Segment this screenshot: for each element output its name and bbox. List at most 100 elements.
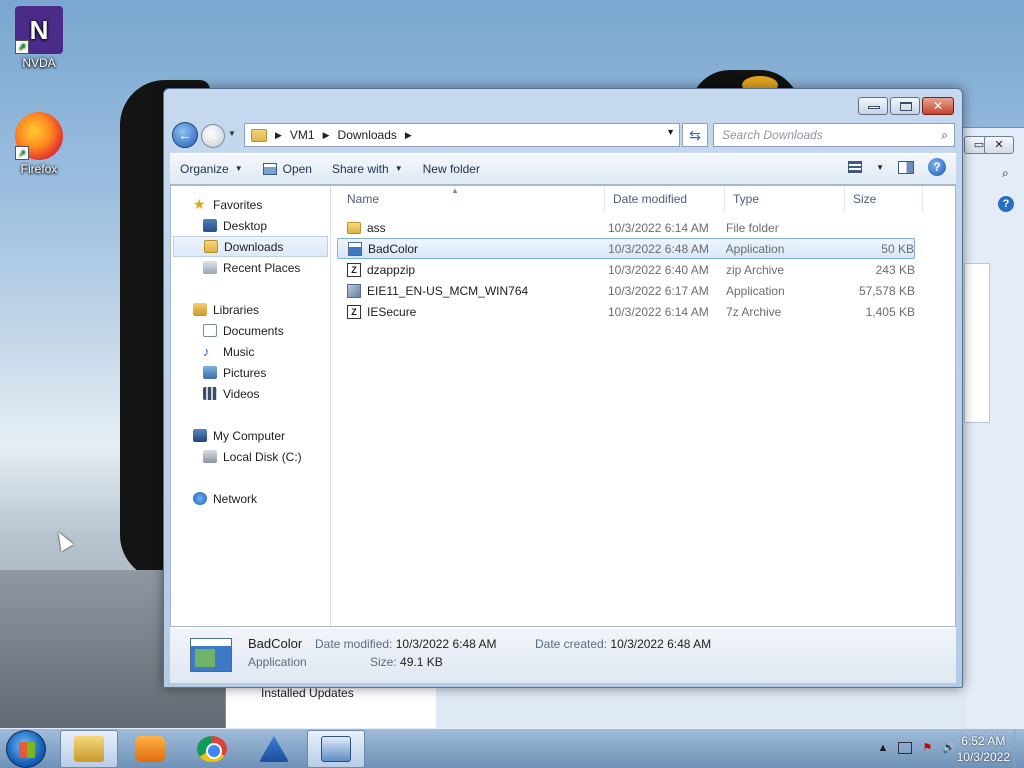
column-header-date-modified[interactable]: Date modified [605,186,725,212]
file-row[interactable]: Zdzappzip 10/3/2022 6:40 AM zip Archive … [337,259,915,280]
volume-icon[interactable]: 🔊 [942,741,956,754]
taskbar-control-panel-button[interactable] [307,730,365,768]
nvda-icon: N ↗ [15,6,63,54]
file-date: 10/3/2022 6:14 AM [608,304,709,319]
file-row[interactable]: Z IESecure 10/3/2022 6:14 AM 7z Archive 1… [337,301,915,322]
nav-music[interactable]: ♪ Music [171,341,330,362]
setup-icon [347,283,361,298]
explorer-window[interactable]: ✕ ← → ▼ ▶ VM1 ▶ Downloads ▶ ▼ ⇆ Search D… [163,88,963,688]
minimize-icon [868,106,880,109]
search-input[interactable]: Search Downloads ⌕ [713,123,955,147]
nav-label: Downloads [224,239,284,254]
change-view-icon[interactable] [848,161,863,173]
breadcrumb-downloads[interactable]: Downloads [338,128,397,142]
windows-explorer-icon [74,736,104,762]
background-help-icon[interactable]: ? [998,196,1014,212]
nav-local-disk[interactable]: Local Disk (C:) [171,446,330,467]
help-icon[interactable]: ? [928,158,946,176]
background-search-icon[interactable]: ⌕ [1002,166,1009,181]
nav-recent-places[interactable]: Recent Places [171,257,330,278]
folder-icon [251,128,267,142]
file-row-selected[interactable]: BadColor 10/3/2022 6:48 AM Application 5… [337,238,915,259]
preview-pane-icon[interactable] [898,160,914,174]
open-button[interactable]: Open [253,157,322,181]
chevron-right-icon[interactable]: ▶ [275,130,282,141]
minimize-button[interactable] [858,97,888,115]
file-date: 10/3/2022 6:48 AM [608,241,709,256]
column-label: Date modified [613,192,688,206]
taskbar-system-tool-button[interactable] [245,730,303,768]
chevron-right-icon[interactable]: ▶ [405,130,412,141]
file-name-cell: Zdzappzip [337,262,603,277]
nav-label: Recent Places [223,260,301,275]
organize-button[interactable]: Organize ▼ [170,157,253,181]
details-value: 49.1 KB [400,655,443,669]
column-header-size[interactable]: Size [845,186,923,212]
nav-documents[interactable]: Documents [171,320,330,341]
breadcrumb-vm1[interactable]: VM1 [290,128,315,142]
nav-desktop[interactable]: Desktop [171,215,330,236]
refresh-button[interactable]: ⇆ [682,123,708,147]
desktop-icon [203,219,217,232]
details-date-modified: Date modified: 10/3/2022 6:48 AM [315,637,496,651]
close-button[interactable]: ✕ [922,97,954,115]
back-button[interactable]: ← [172,122,198,148]
details-pane: BadColor Application Date modified: 10/3… [170,627,956,683]
file-name-cell: Z IESecure [337,304,603,319]
show-hidden-icons-icon[interactable]: ▲ [878,742,889,754]
clock[interactable]: 6:52 AM 10/3/2022 [957,733,1010,765]
chevron-right-icon[interactable]: ▶ [323,130,330,141]
address-dropdown-icon[interactable]: ▼ [666,127,675,137]
nav-my-computer[interactable]: My Computer [171,425,330,446]
media-player-icon [135,736,165,762]
search-placeholder: Search Downloads [722,128,823,142]
file-row[interactable]: ass 10/3/2022 6:14 AM File folder [337,217,915,238]
network-tray-icon[interactable] [898,741,913,754]
view-dropdown-icon[interactable]: ▼ [876,163,884,172]
nav-label: Libraries [213,302,260,317]
address-row: ← → ▼ ▶ VM1 ▶ Downloads ▶ ▼ ⇆ Search Dow… [172,122,956,148]
nav-label: Network [213,491,258,506]
arrow-left-icon: ← [178,127,192,143]
forward-button[interactable]: → [201,124,225,148]
nav-label: Desktop [223,218,268,233]
nav-label: Local Disk (C:) [223,449,302,464]
file-name: IESecure [367,304,417,319]
background-close-button[interactable]: ✕ [984,136,1014,154]
file-name-cell: BadColor [338,241,603,256]
share-with-button[interactable]: Share with ▼ [322,157,413,181]
nav-favorites[interactable]: ★ Favorites [171,194,330,215]
nav-downloads[interactable]: Downloads [173,236,328,257]
taskbar-media-player-button[interactable] [121,730,179,768]
file-row[interactable]: EIE11_EN-US_MCM_WIN764 10/3/2022 6:17 AM… [337,280,915,301]
desktop-icon-nvda[interactable]: N ↗ NVDA [7,6,71,70]
address-bar[interactable]: ▶ VM1 ▶ Downloads ▶ ▼ [244,123,680,147]
details-date-created: Date created: 10/3/2022 6:48 AM [535,637,711,651]
content-area: ★ Favorites Desktop Downloads Recent Plac… [170,185,956,627]
file-name-cell: ass [337,221,603,235]
action-center-icon[interactable]: ⚑ [922,741,932,754]
search-icon[interactable]: ⌕ [941,124,948,146]
libraries-icon [193,303,207,316]
nav-network[interactable]: Network [171,488,330,509]
column-header-type[interactable]: Type [725,186,845,212]
recent-pages-dropdown[interactable]: ▼ [228,129,236,138]
start-button[interactable] [6,730,46,768]
maximize-button[interactable] [890,97,920,115]
file-type: Application [725,241,785,256]
file-type: File folder [726,220,779,235]
show-desktop-button[interactable] [1014,729,1024,768]
nav-videos[interactable]: Videos [171,383,330,404]
nav-label: Favorites [213,197,263,212]
nav-pictures[interactable]: Pictures [171,362,330,383]
desktop-icon-firefox[interactable]: ↗ Firefox [7,112,71,176]
nav-libraries[interactable]: Libraries [171,299,330,320]
taskbar-chrome-button[interactable] [183,730,241,768]
pictures-icon [203,366,217,379]
taskbar-explorer-button[interactable] [60,730,118,768]
column-header-name[interactable]: ▲ Name [331,186,605,212]
recent-places-icon [203,261,217,274]
details-label: Date created: [535,637,608,651]
installed-updates-link[interactable]: Installed Updates [261,686,354,700]
